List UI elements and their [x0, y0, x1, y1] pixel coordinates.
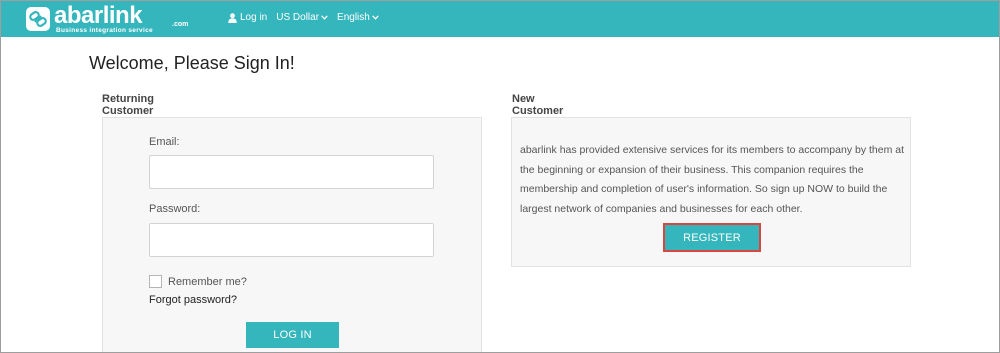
language-selector-label: English	[337, 12, 370, 23]
email-label: Email:	[149, 136, 180, 148]
currency-selector-label: US Dollar	[276, 12, 320, 23]
chevron-down-icon	[372, 15, 379, 20]
password-field[interactable]	[149, 223, 434, 257]
login-button[interactable]: LOG IN	[246, 322, 339, 348]
page-title: Welcome, Please Sign In!	[89, 53, 295, 73]
new-customer-description: abarlink has provided extensive services…	[520, 144, 905, 215]
language-selector[interactable]: English	[337, 12, 379, 23]
chain-link-icon	[23, 4, 53, 34]
logo-tagline: Business integration service	[56, 27, 153, 34]
header-nav: Log in US Dollar English	[228, 12, 388, 23]
email-field[interactable]	[149, 155, 434, 189]
user-icon	[228, 12, 237, 23]
logo-domain: .com	[172, 21, 189, 28]
register-button[interactable]: REGISTER	[663, 223, 761, 252]
login-link-label: Log in	[240, 12, 268, 23]
remember-me-label: Remember me?	[168, 276, 247, 288]
logo-wordmark: abarlink	[54, 2, 143, 29]
currency-selector[interactable]: US Dollar	[276, 12, 328, 23]
site-logo[interactable]: abarlink .com Business integration servi…	[23, 2, 188, 34]
password-label: Password:	[149, 203, 201, 215]
top-header-bar: abarlink .com Business integration servi…	[1, 1, 999, 37]
forgot-password-link[interactable]: Forgot password?	[149, 294, 237, 306]
remember-me-checkbox[interactable]	[149, 275, 162, 288]
chevron-down-icon	[321, 15, 328, 20]
page-frame: abarlink .com Business integration servi…	[0, 0, 1000, 353]
login-link[interactable]: Log in	[228, 12, 267, 23]
